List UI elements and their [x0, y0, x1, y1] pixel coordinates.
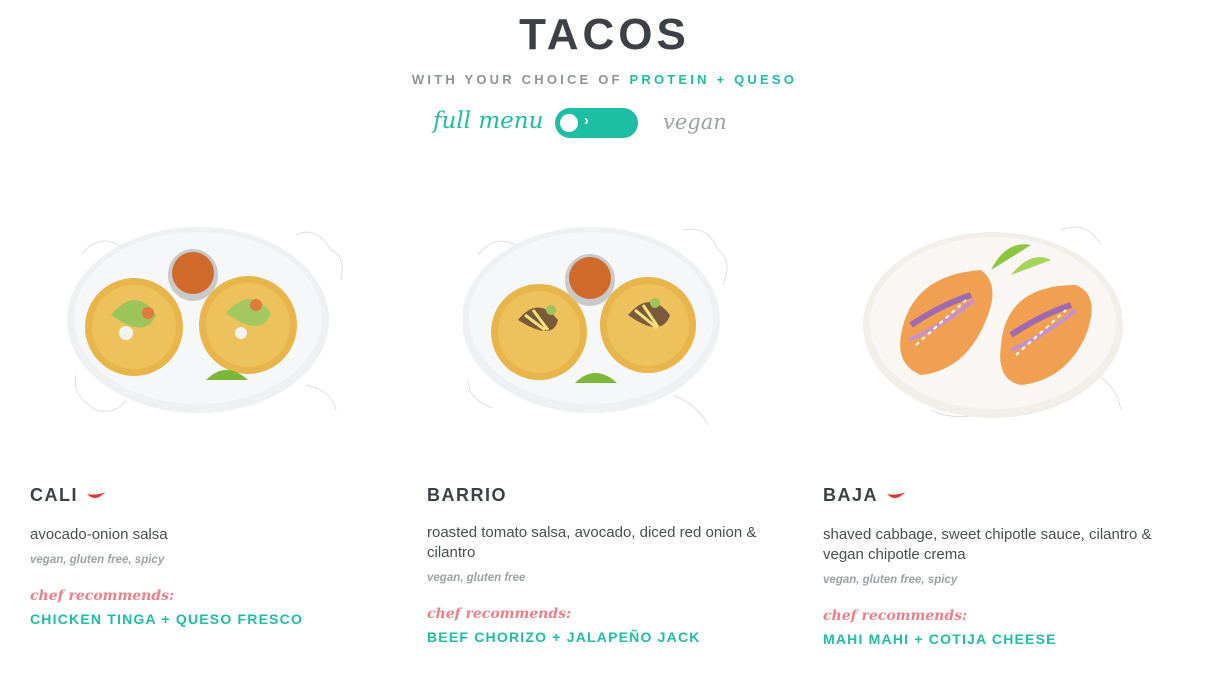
chef-recommendation: CHICKEN TINGA + QUESO FRESCO [30, 611, 304, 627]
dish-details: shaved cabbage, sweet chipotle sauce, ci… [823, 525, 1173, 649]
menu-toggle-switch[interactable]: › [555, 108, 638, 138]
dish-image-baja [861, 215, 1141, 435]
dish-details: roasted tomato salsa, avocado, diced red… [427, 523, 777, 647]
dish-image-barrio [462, 215, 743, 435]
full-menu-option[interactable]: full menu [433, 108, 543, 134]
dish-card-cali: CALI avocado-onion salsa vegan, gluten f… [30, 215, 390, 627]
page-subtitle: WITH YOUR CHOICE OF PROTEIN + QUESO [0, 72, 1209, 87]
dish-name-barrio: BARRIO [427, 485, 507, 505]
dish-image-cali [66, 215, 346, 435]
chef-recommendation: BEEF CHORIZO + JALAPEÑO JACK [427, 629, 701, 645]
chef-recommendation: MAHI MAHI + COTIJA CHEESE [823, 631, 1057, 647]
chevron-right-icon: › [584, 112, 589, 129]
menu-toggle-row: full menu › vegan [0, 104, 1209, 144]
chili-pepper-icon [887, 492, 906, 499]
dish-details: avocado-onion salsa vegan, gluten free, … [30, 525, 380, 629]
toggle-knob [560, 114, 578, 132]
chili-pepper-icon [87, 492, 105, 499]
page-title: TACOS [519, 10, 690, 59]
chef-recommends-label: chef recommends: [427, 606, 572, 622]
dish-title: BARRIO [427, 485, 507, 506]
dish-card-baja: BAJA shaved cabbage, sweet chipotle sauc… [823, 215, 1183, 647]
dish-title: BAJA [823, 485, 906, 506]
dish-title: CALI [30, 485, 106, 506]
dish-name-cali: CALI [30, 485, 78, 505]
vegan-option[interactable]: vegan [663, 110, 727, 134]
dish-name-baja: BAJA [823, 485, 879, 505]
dish-tags: vegan, gluten free, spicy [823, 574, 958, 586]
dish-card-barrio: BARRIO roasted tomato salsa, avocado, di… [427, 215, 787, 645]
chef-recommends-label: chef recommends: [30, 588, 175, 604]
subtitle-prefix: WITH YOUR CHOICE OF [411, 72, 630, 87]
dish-description: roasted tomato salsa, avocado, diced red… [427, 524, 757, 561]
dish-description: avocado-onion salsa [30, 526, 168, 543]
chef-recommends-label: chef recommends: [823, 608, 968, 624]
subtitle-accent: PROTEIN + QUESO [629, 72, 798, 87]
dish-tags: vegan, gluten free, spicy [30, 554, 165, 566]
dish-tags: vegan, gluten free [427, 572, 526, 584]
dish-description: shaved cabbage, sweet chipotle sauce, ci… [823, 526, 1152, 563]
